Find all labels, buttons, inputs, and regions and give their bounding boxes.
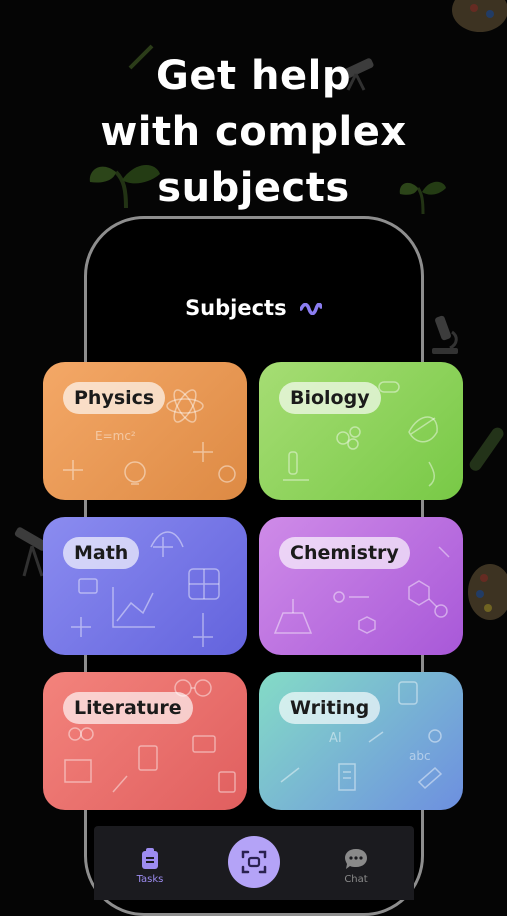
svg-text:abc: abc (409, 749, 431, 763)
subject-label: Chemistry (279, 537, 410, 569)
subject-label: Biology (279, 382, 381, 414)
subject-label: Literature (63, 692, 193, 724)
headline: Get help with complex subjects (0, 48, 507, 216)
svg-text:E=mc²: E=mc² (95, 429, 136, 443)
palette-icon (468, 564, 507, 620)
tab-chat-label: Chat (344, 874, 368, 885)
clipboard-icon (142, 848, 158, 869)
scan-icon (241, 850, 267, 874)
subjects-title-label: Subjects (185, 296, 287, 320)
palette-icon (452, 0, 507, 32)
subject-card-writing[interactable]: AI abc Writing (259, 672, 463, 810)
subject-label: Writing (279, 692, 381, 724)
subject-card-physics[interactable]: E=mc² Physics (43, 362, 247, 500)
subject-card-math[interactable]: Math (43, 517, 247, 655)
headline-line-1: Get help (156, 53, 351, 99)
subject-card-literature[interactable]: Literature (43, 672, 247, 810)
wave-icon (299, 303, 322, 315)
tab-chat[interactable]: Chat (326, 826, 386, 900)
tab-tasks-label: Tasks (136, 874, 164, 885)
headline-line-2: with complex (100, 109, 407, 155)
subject-card-biology[interactable]: Biology (259, 362, 463, 500)
tab-bar: Tasks Chat (94, 826, 414, 900)
subject-label: Math (63, 537, 140, 569)
headline-line-3: subjects (157, 165, 350, 211)
subject-label: Physics (63, 382, 166, 414)
chat-icon (345, 849, 367, 869)
subjects-title: Subjects (0, 296, 507, 320)
subject-card-chemistry[interactable]: Chemistry (259, 517, 463, 655)
scan-button[interactable] (228, 836, 280, 888)
tab-tasks[interactable]: Tasks (120, 826, 180, 900)
test-tube-icon (469, 427, 504, 471)
svg-text:AI: AI (329, 731, 342, 746)
